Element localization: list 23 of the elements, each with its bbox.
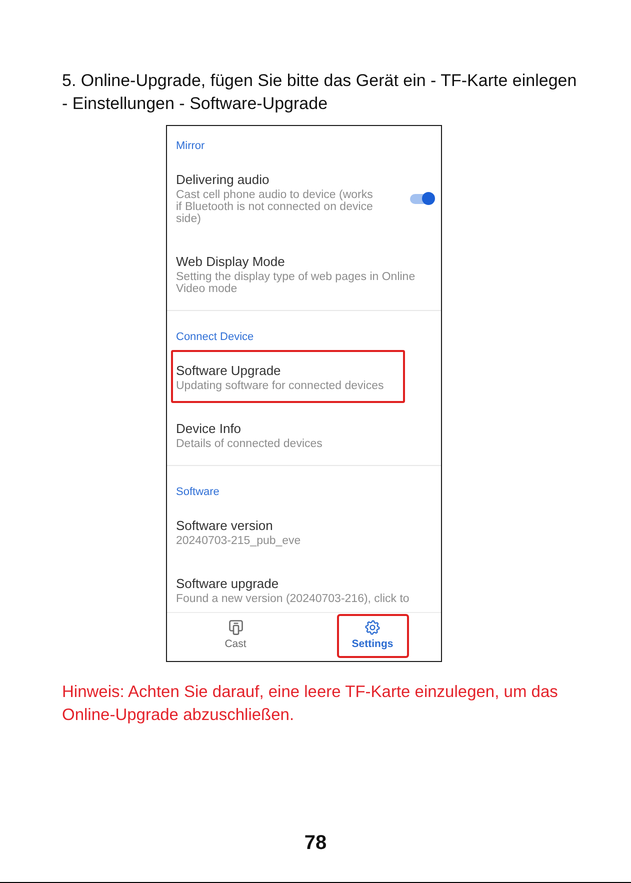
setting-description: Details of connected devices	[176, 438, 324, 450]
setting-description: Found a new version (20240703-216), click to	[176, 593, 410, 605]
setting-title: Software version	[176, 518, 274, 534]
setting-description: Cast cell phone audio to device (works if Bluetooth is not connected on device side)	[176, 189, 374, 225]
setting-description: 20240703-215_pub_eve	[176, 535, 302, 547]
page-number: 78	[304, 831, 327, 855]
nav-tab[interactable]: Cast	[200, 614, 272, 658]
section-header: Mirror	[175, 139, 206, 153]
setting-description: Setting the display type of web pages in Online Video mode	[176, 271, 416, 295]
cast-icon	[228, 620, 242, 635]
setting-description: Updating software for connected devices	[176, 380, 385, 392]
toggle-switch[interactable]	[409, 192, 435, 205]
setting-title: Device Info	[176, 421, 242, 437]
note-text: Hinweis: Achten Sie darauf, eine leere TF-Karte einzulegen, um das Online-Upgrade abzuschließen.	[62, 682, 559, 726]
setting-title: Delivering audio	[176, 172, 270, 188]
settings-icon	[365, 620, 380, 635]
setting-title: Web Display Mode	[176, 254, 286, 270]
setting-title: Software upgrade	[176, 576, 280, 592]
section-header: Connect Device	[175, 330, 255, 344]
section-header: Software	[175, 485, 220, 499]
nav-tab[interactable]: Settings	[336, 614, 408, 658]
instruction-text: 5. Online-Upgrade, fügen Sie bitte das Gerät ein - TF-Karte einlegen - Einstellungen - Software-Upgrade	[62, 70, 578, 114]
setting-title: Software Upgrade	[176, 363, 282, 379]
